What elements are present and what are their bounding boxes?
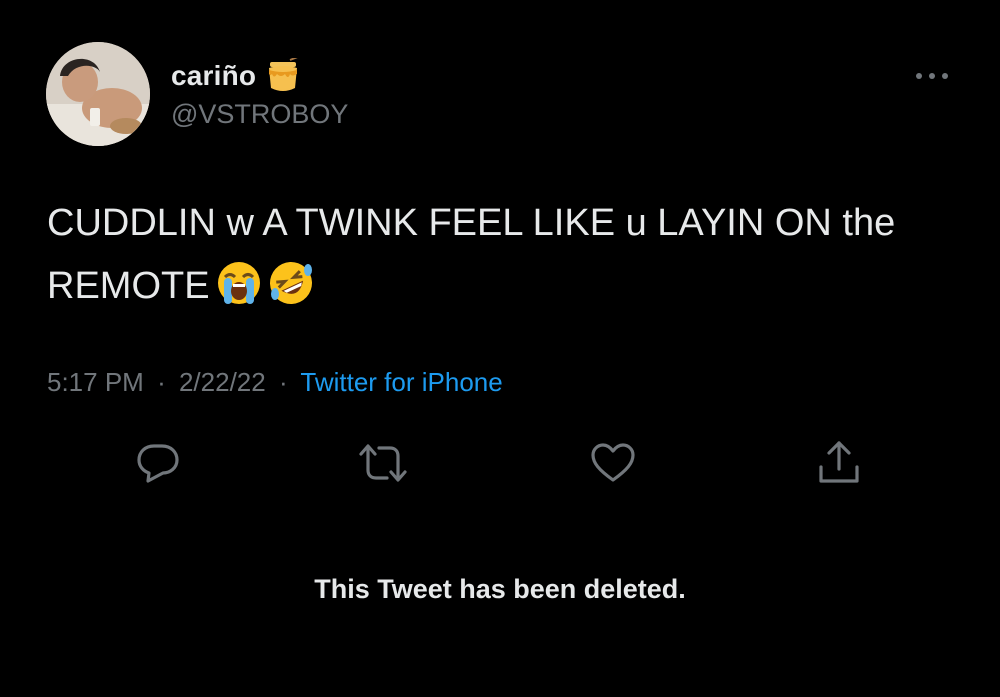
reply-icon [137,444,179,483]
more-options-icon [916,73,948,79]
display-name[interactable]: cariño [171,60,256,92]
avatar-image [46,42,150,146]
rolling-on-floor-laughing-icon [268,260,314,306]
like-button[interactable] [587,437,639,489]
meta-separator: · [157,367,166,397]
honey-pot-icon [264,58,302,94]
user-handle[interactable]: @VSTROBOY [171,99,348,130]
tweet-meta: 5:17 PM · 2/22/22 · Twitter for iPhone [47,367,503,398]
author-name-row[interactable]: cariño [171,58,302,94]
meta-separator: · [278,367,288,397]
share-icon [819,441,859,483]
avatar[interactable] [46,42,150,146]
tweet-body: CUDDLIN w A TWINK FEEL LIKE u LAYIN ON t… [47,202,896,307]
retweet-button[interactable] [357,437,409,489]
action-bar [0,437,1000,489]
tweet-date: 2/22/22 [178,367,266,397]
reply-button[interactable] [132,437,184,489]
tweet-time: 5:17 PM [47,367,144,397]
retweet-icon [359,444,407,482]
more-options-button[interactable] [912,62,952,90]
loudly-crying-face-icon [216,260,262,306]
deleted-tweet-notice: This Tweet has been deleted. [314,574,686,604]
tweet-text: CUDDLIN w A TWINK FEEL LIKE u LAYIN ON t… [47,192,967,318]
share-button[interactable] [813,437,865,489]
like-icon [591,443,635,482]
tweet-source-link[interactable]: Twitter for iPhone [300,367,502,397]
